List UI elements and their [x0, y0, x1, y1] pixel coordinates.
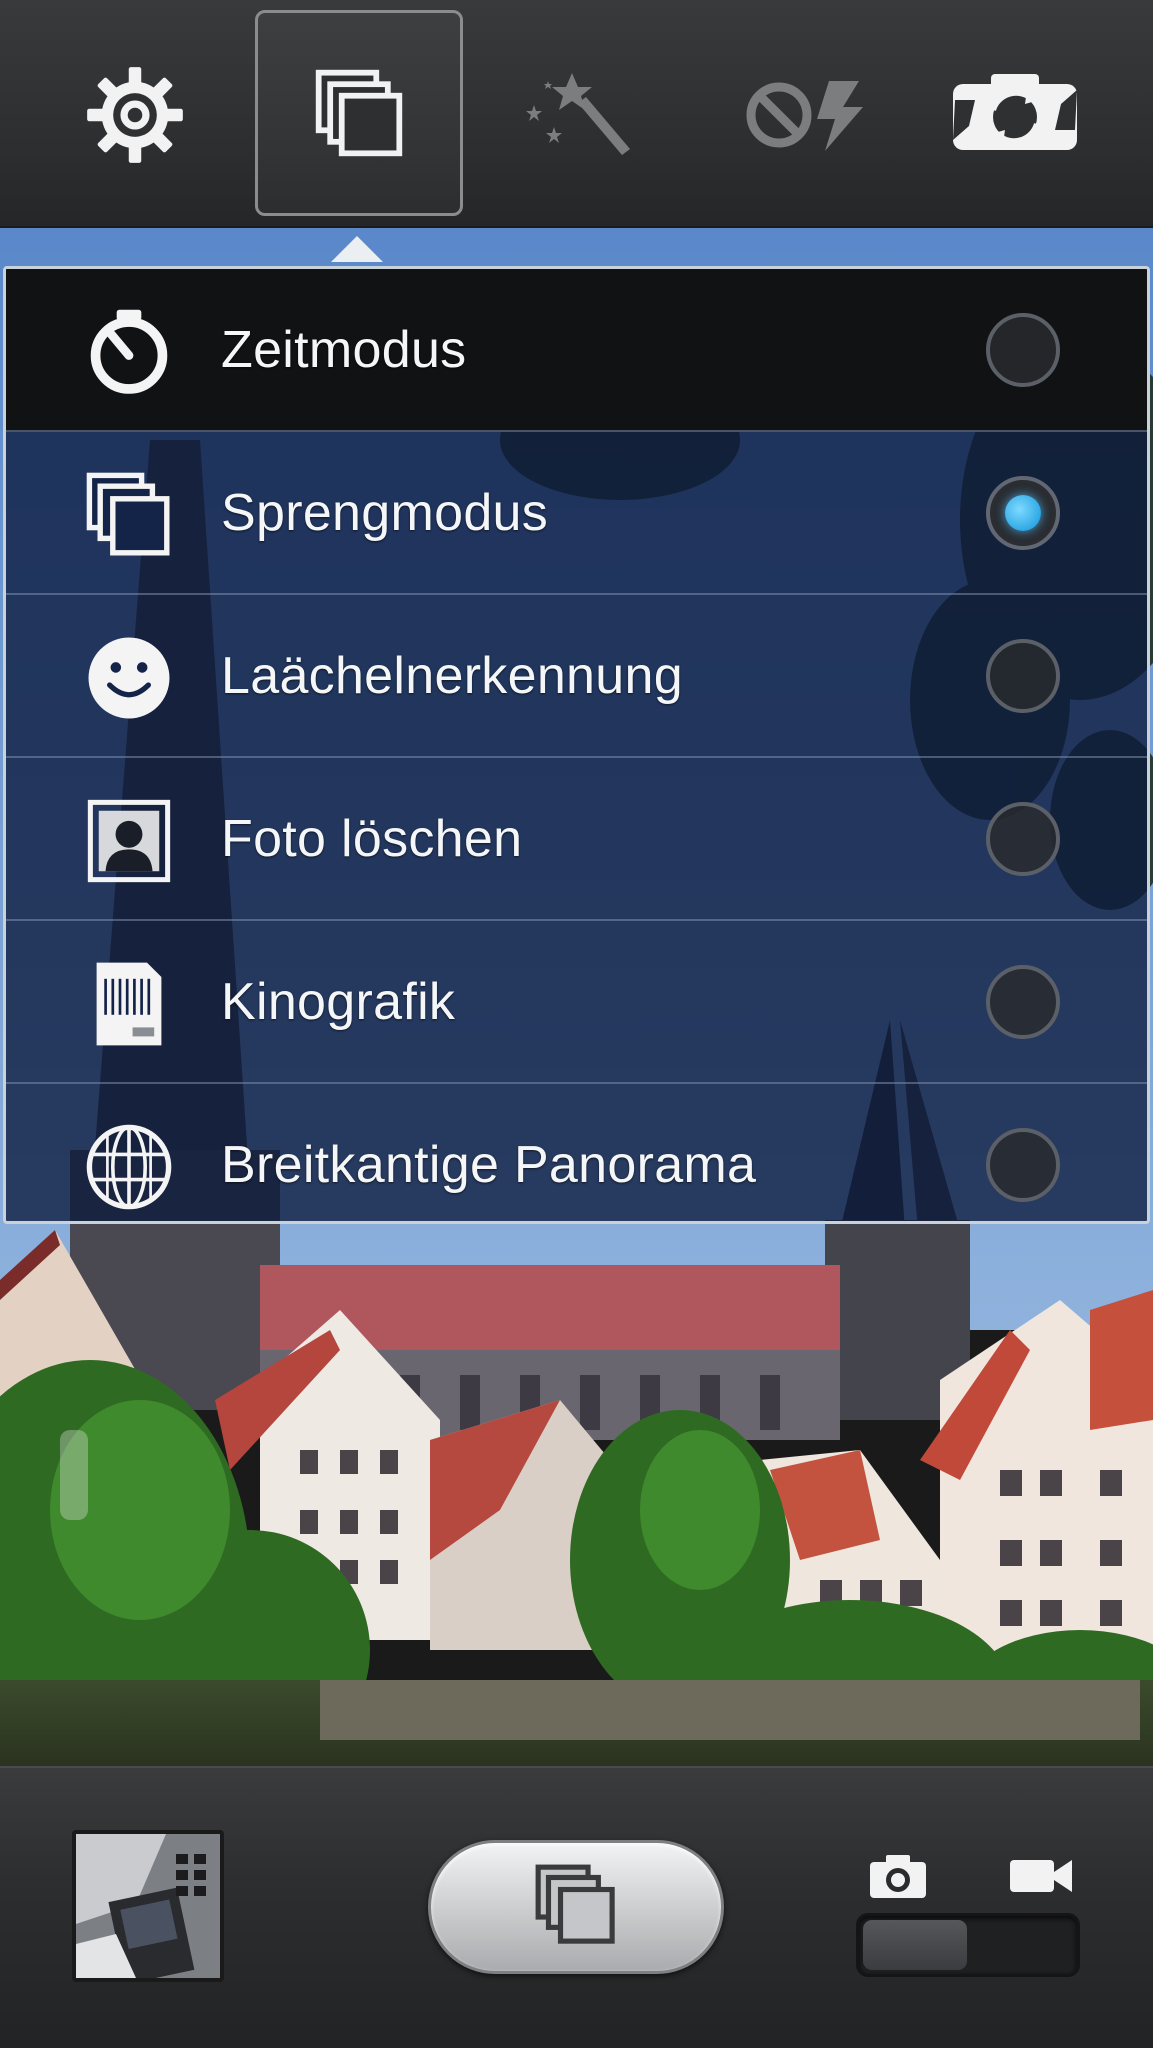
mode-label: Foto löschen [221, 810, 523, 868]
switch-camera-button[interactable] [930, 30, 1100, 200]
gear-icon [83, 63, 187, 167]
mode-radio-button[interactable] [986, 1128, 1060, 1202]
mode-label: Laächelnerkennung [221, 647, 683, 705]
camera-icon [868, 1852, 928, 1900]
mode-label: Sprengmodus [221, 484, 549, 542]
mode-item-foto-loeschen[interactable]: Foto löschen [6, 758, 1147, 921]
mode-item-breitkantige-panorama[interactable]: Breitkantige Panorama [6, 1084, 1147, 1221]
menu-pointer-arrow [331, 236, 383, 262]
shooting-mode-button[interactable] [255, 10, 463, 216]
settings-button[interactable] [50, 30, 220, 200]
video-camera-icon [1008, 1854, 1074, 1898]
mode-label: Kinografik [221, 973, 456, 1031]
globe-panorama-icon [84, 1122, 174, 1212]
shooting-mode-menu: Zeitmodus Sprengmodus Laächelnerkennung … [3, 266, 1150, 1224]
burst-stack-icon [84, 470, 174, 560]
mode-item-laechelnerkennung[interactable]: Laächelnerkennung [6, 595, 1147, 758]
camera-toolbar [0, 0, 1153, 228]
camera-video-toggle[interactable] [856, 1913, 1080, 1977]
cinemagraph-icon [84, 959, 174, 1049]
mode-item-sprengmodus[interactable]: Sprengmodus [6, 432, 1147, 595]
timer-icon [84, 307, 174, 397]
magic-wand-icon [520, 65, 640, 165]
mode-radio-button[interactable] [986, 802, 1060, 876]
gallery-thumbnail[interactable] [72, 1830, 224, 1982]
flash-off-icon [743, 75, 867, 155]
flash-off-button[interactable] [720, 30, 890, 200]
mode-label: Zeitmodus [221, 321, 467, 379]
toggle-knob[interactable] [863, 1920, 967, 1970]
effects-button[interactable] [495, 30, 665, 200]
camera-bottom-bar [0, 1766, 1153, 2048]
mode-radio-button[interactable] [986, 965, 1060, 1039]
mode-radio-button[interactable] [986, 313, 1060, 387]
mode-radio-button[interactable] [986, 639, 1060, 713]
burst-stack-icon [533, 1862, 619, 1953]
mode-item-zeitmodus[interactable]: Zeitmodus [6, 269, 1147, 432]
mode-label: Breitkantige Panorama [221, 1136, 757, 1194]
portrait-erase-icon [84, 796, 174, 886]
mode-item-kinografik[interactable]: Kinografik [6, 921, 1147, 1084]
smile-icon [84, 633, 174, 723]
shutter-button[interactable] [428, 1840, 724, 1974]
burst-stack-icon [311, 65, 407, 161]
switch-camera-icon [947, 70, 1083, 160]
mode-radio-button-selected[interactable] [986, 476, 1060, 550]
